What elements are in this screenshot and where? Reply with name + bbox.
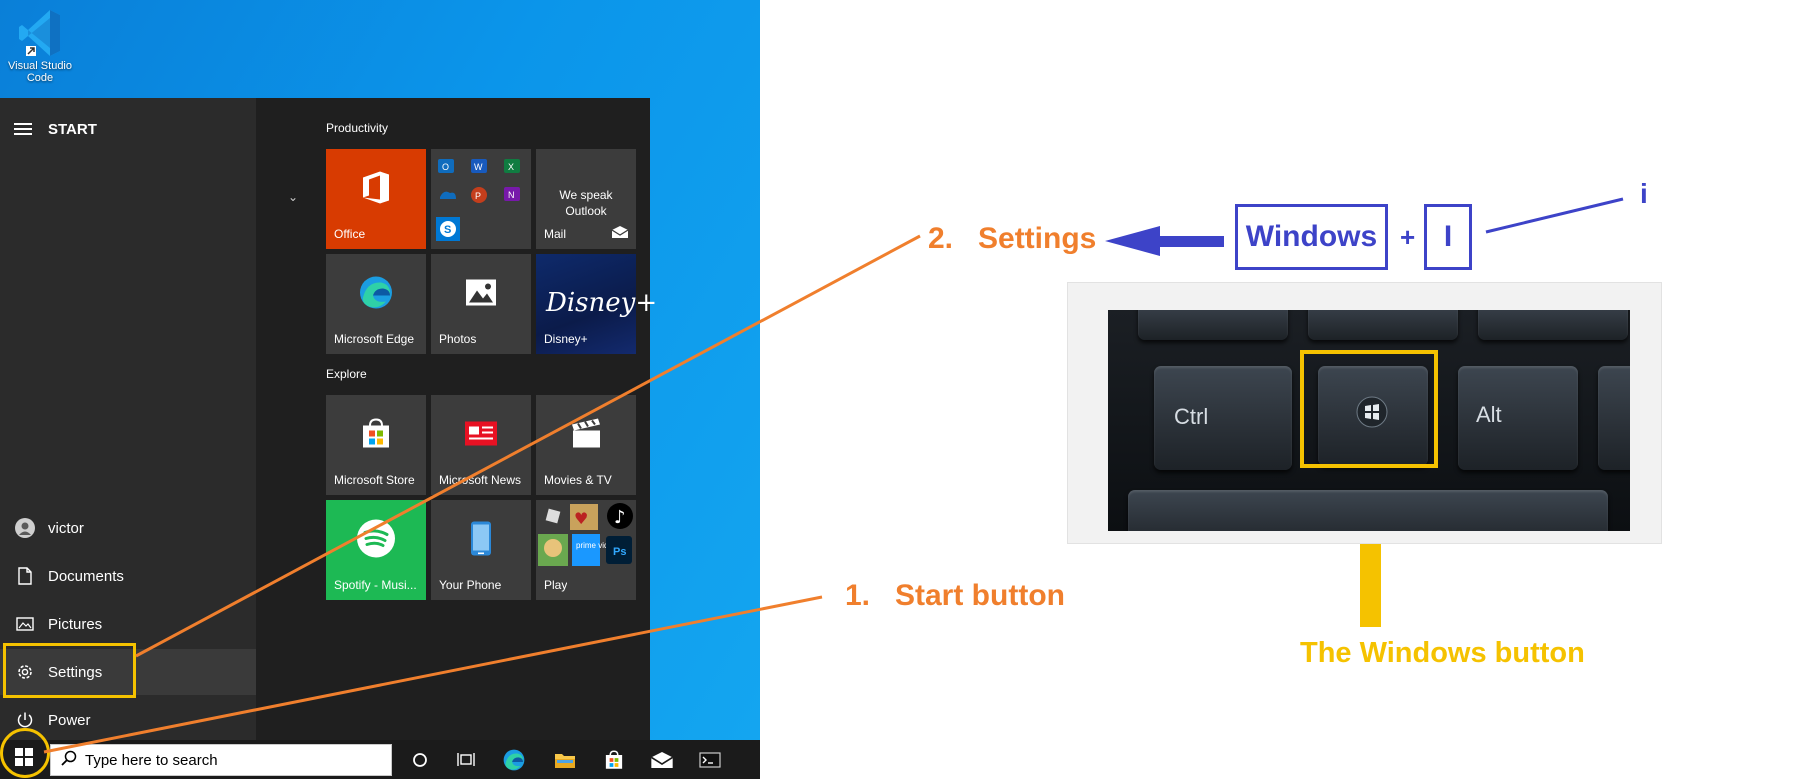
step1-label: Start button bbox=[895, 579, 1065, 612]
key-space-row bbox=[1128, 490, 1608, 531]
lowercase-i-label: i bbox=[1640, 178, 1648, 209]
key-ctrl-label: Ctrl bbox=[1174, 404, 1209, 429]
windows-key-highlight-box bbox=[1300, 350, 1438, 468]
key-windows-box: Windows bbox=[1235, 204, 1388, 270]
step1-number: 1. bbox=[845, 579, 871, 612]
key-alt: Alt bbox=[1458, 366, 1578, 470]
step2-number: 2. bbox=[928, 222, 954, 255]
key-windows-label: Windows bbox=[1245, 220, 1378, 253]
key-alt-label: Alt bbox=[1476, 402, 1502, 427]
plus-sign: + bbox=[1400, 222, 1416, 252]
step2-label: Settings bbox=[978, 222, 1097, 255]
key-i-label: I bbox=[1443, 220, 1453, 253]
windows-button-caption: The Windows button bbox=[1300, 637, 1585, 669]
key-right-edge bbox=[1598, 366, 1630, 470]
key-i-box: I bbox=[1424, 204, 1472, 270]
key-top-left bbox=[1138, 310, 1288, 340]
key-ctrl: Ctrl bbox=[1154, 366, 1292, 470]
key-top-right bbox=[1478, 310, 1628, 340]
key-top-middle bbox=[1308, 310, 1458, 340]
